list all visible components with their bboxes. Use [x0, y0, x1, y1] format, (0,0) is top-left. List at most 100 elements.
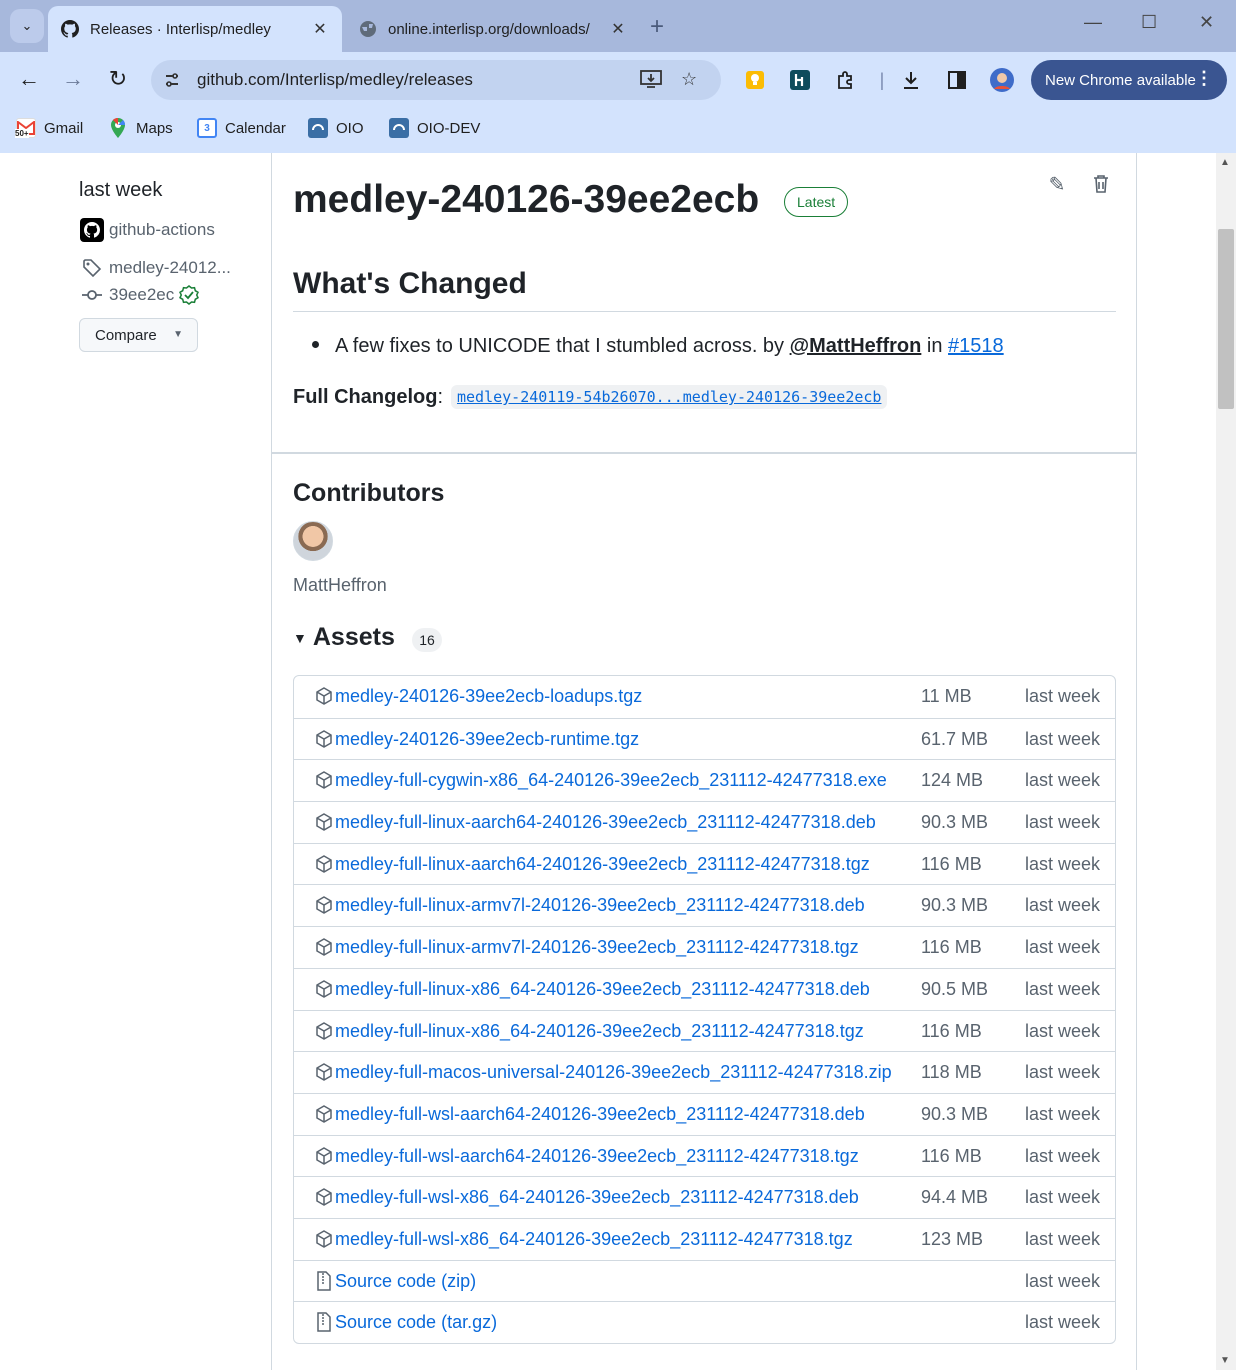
maps-icon	[108, 118, 128, 138]
close-window-icon[interactable]: ✕	[1199, 12, 1214, 33]
asset-row: medley-full-linux-aarch64-240126-39ee2ec…	[294, 842, 1115, 885]
assets-toggle[interactable]: ▼ Assets	[293, 623, 395, 652]
asset-download-link[interactable]: medley-240126-39ee2ecb-runtime.tgz	[335, 729, 639, 750]
asset-download-link[interactable]: Source code (zip)	[335, 1271, 476, 1292]
author-name: github-actions	[109, 220, 215, 239]
compare-button[interactable]: Compare ▼	[79, 318, 198, 352]
browser-toolbar: ← → ↻ github.com/Interlisp/medley/releas…	[0, 52, 1236, 108]
bookmark-star-icon[interactable]: ☆	[681, 69, 697, 90]
maximize-icon[interactable]: ☐	[1141, 12, 1157, 33]
contributor-name[interactable]: MattHeffron	[293, 575, 387, 596]
asset-size: 116 MB	[921, 1020, 982, 1041]
asset-download-link[interactable]: medley-240126-39ee2ecb-loadups.tgz	[335, 686, 642, 707]
forward-arrow-icon[interactable]: →	[59, 66, 87, 92]
package-icon	[314, 729, 334, 749]
commit-icon	[79, 282, 105, 308]
github-actions-avatar-icon	[79, 217, 105, 243]
release-author[interactable]: github-actions	[79, 217, 215, 243]
asset-download-link[interactable]: Source code (tar.gz)	[335, 1312, 497, 1333]
asset-size: 94.4 MB	[921, 1187, 989, 1208]
install-app-icon[interactable]	[640, 69, 662, 94]
reload-icon[interactable]: ↻	[104, 66, 132, 92]
scroll-down-icon[interactable]: ▼	[1220, 1355, 1230, 1366]
asset-row: Source code (zip) last week	[294, 1259, 1115, 1302]
tag-name: medley-24012...	[109, 258, 231, 277]
asset-size: 118 MB	[921, 1062, 982, 1083]
package-icon	[314, 1229, 334, 1249]
asset-download-link[interactable]: medley-full-wsl-aarch64-240126-39ee2ecb_…	[335, 1104, 865, 1125]
asset-download-link[interactable]: medley-full-macos-universal-240126-39ee2…	[335, 1062, 892, 1083]
contributor-avatar[interactable]	[293, 521, 333, 561]
user-mention-link[interactable]: @MattHeffron	[790, 335, 922, 357]
minimize-icon[interactable]: —	[1084, 12, 1102, 33]
asset-row: medley-full-linux-armv7l-240126-39ee2ecb…	[294, 926, 1115, 968]
extensions-puzzle-icon[interactable]	[834, 68, 858, 92]
release-title[interactable]: medley-240126-39ee2ecb	[293, 178, 759, 222]
asset-download-link[interactable]: medley-full-wsl-x86_64-240126-39ee2ecb_2…	[335, 1187, 859, 1208]
asset-download-link[interactable]: medley-full-linux-x86_64-240126-39ee2ecb…	[335, 1021, 864, 1042]
release-commit[interactable]: 39ee2ec	[79, 282, 200, 308]
release-date: last week	[79, 179, 163, 201]
pencil-icon[interactable]: ✎	[1044, 171, 1070, 197]
asset-name: medley-240126-39ee2ecb-loadups.tgz	[335, 686, 643, 706]
asset-size: 90.3 MB	[921, 1103, 989, 1124]
bookmark-calendar[interactable]: 3 Calendar	[197, 118, 286, 138]
package-icon	[314, 686, 334, 706]
tab-releases[interactable]: Releases · Interlisp/medley ✕	[48, 6, 342, 52]
tab-downloads[interactable]: online.interlisp.org/downloads/ ✕	[346, 6, 640, 52]
asset-row: medley-240126-39ee2ecb-runtime.tgz 61.7 M…	[294, 717, 1115, 760]
site-info-icon[interactable]	[161, 69, 183, 91]
back-arrow-icon[interactable]: ←	[15, 66, 43, 92]
asset-name: medley-full-linux-aarch64-240126-39ee2ec…	[335, 853, 870, 874]
bookmark-oio[interactable]: OIO	[308, 118, 364, 138]
calendar-day: 3	[204, 122, 210, 134]
new-chrome-available-button[interactable]: New Chrome available ⋮	[1031, 60, 1227, 100]
asset-row: medley-full-wsl-aarch64-240126-39ee2ecb_…	[294, 1092, 1115, 1135]
asset-date: last week	[1025, 1270, 1101, 1291]
scroll-up-icon[interactable]: ▲	[1220, 157, 1230, 168]
new-tab-plus-icon[interactable]: +	[650, 13, 664, 41]
gmail-badge: 50+	[15, 129, 29, 138]
asset-row: medley-full-wsl-aarch64-240126-39ee2ecb_…	[294, 1134, 1115, 1177]
tab-search-button[interactable]: ⌄	[10, 9, 44, 43]
new-chrome-label: New Chrome available	[1045, 71, 1196, 89]
asset-download-link[interactable]: medley-full-cygwin-x86_64-240126-39ee2ec…	[335, 770, 887, 791]
bookmark-gmail[interactable]: 50+ Gmail	[15, 118, 84, 138]
bookmark-oio-dev[interactable]: OIO-DEV	[389, 118, 480, 138]
pull-request-link[interactable]: #1518	[948, 335, 1004, 357]
asset-download-link[interactable]: medley-full-wsl-x86_64-240126-39ee2ecb_2…	[335, 1229, 853, 1250]
asset-row: medley-full-linux-x86_64-240126-39ee2ecb…	[294, 1009, 1115, 1052]
close-icon[interactable]: ✕	[310, 19, 330, 39]
file-zip-icon	[314, 1270, 334, 1291]
side-panel-icon[interactable]	[945, 68, 969, 92]
asset-download-link[interactable]: medley-full-linux-armv7l-240126-39ee2ecb…	[335, 937, 859, 958]
asset-download-link[interactable]: medley-full-wsl-aarch64-240126-39ee2ecb_…	[335, 1146, 859, 1167]
package-icon	[314, 1187, 334, 1207]
more-menu-icon[interactable]: ⋮	[1195, 68, 1213, 89]
bookmark-maps[interactable]: Maps	[108, 118, 173, 138]
asset-name: medley-full-cygwin-x86_64-240126-39ee2ec…	[335, 770, 887, 791]
extension-h-icon[interactable]	[788, 68, 812, 92]
keep-extension-icon[interactable]	[743, 68, 767, 92]
bookmark-label: OIO	[336, 119, 364, 137]
package-icon	[314, 1146, 334, 1166]
asset-archive-type: (zip)	[441, 1270, 477, 1291]
bookmark-label: Gmail	[44, 119, 84, 137]
asset-download-link[interactable]: medley-full-linux-aarch64-240126-39ee2ec…	[335, 854, 870, 875]
trash-icon[interactable]	[1088, 171, 1114, 197]
vertical-scrollbar[interactable]: ▲ ▼	[1216, 153, 1236, 1370]
changelog-compare-link[interactable]: medley-240119-54b26070...medley-240126-3…	[451, 385, 888, 409]
asset-name: medley-full-wsl-x86_64-240126-39ee2ecb_2…	[335, 1187, 859, 1208]
bookmark-label: Calendar	[225, 119, 286, 137]
close-icon[interactable]: ✕	[608, 19, 628, 39]
release-tag[interactable]: medley-24012...	[79, 255, 231, 281]
download-icon[interactable]	[899, 68, 923, 92]
asset-download-link[interactable]: medley-full-linux-x86_64-240126-39ee2ecb…	[335, 979, 870, 1000]
scrollbar-thumb[interactable]	[1218, 229, 1234, 409]
asset-download-link[interactable]: medley-full-linux-aarch64-240126-39ee2ec…	[335, 812, 876, 833]
asset-size: 116 MB	[921, 853, 982, 874]
section-divider	[272, 452, 1136, 454]
asset-download-link[interactable]: medley-full-linux-armv7l-240126-39ee2ecb…	[335, 895, 865, 916]
profile-avatar-icon[interactable]	[990, 68, 1014, 92]
address-bar[interactable]: github.com/Interlisp/medley/releases ☆	[151, 60, 721, 100]
